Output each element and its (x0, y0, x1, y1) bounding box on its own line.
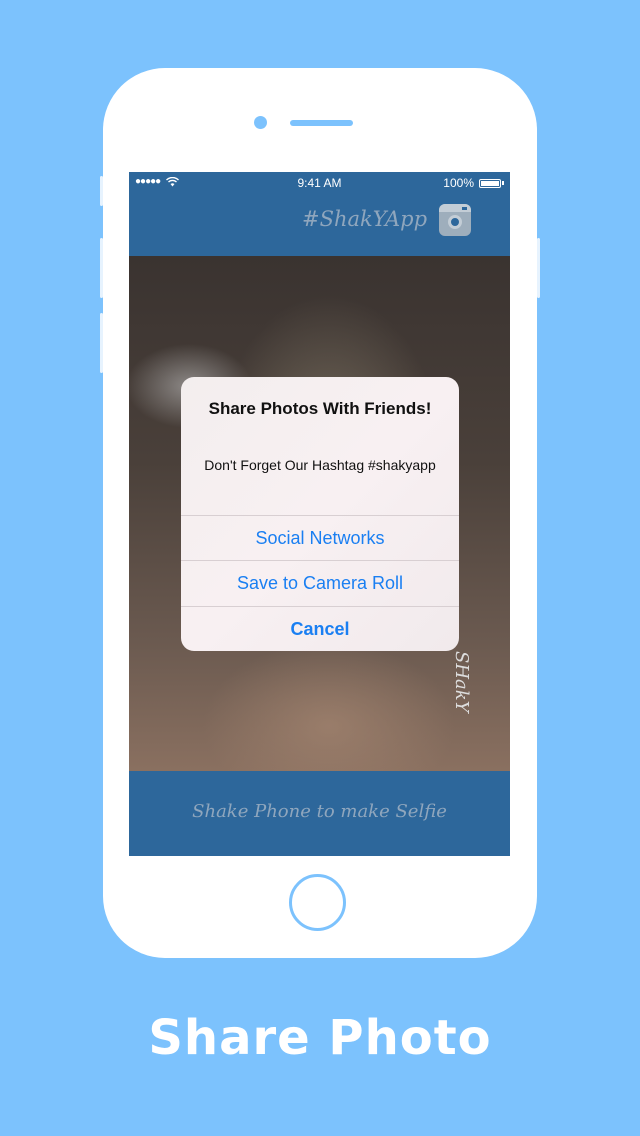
cancel-button[interactable]: Cancel (181, 606, 459, 651)
top-navbar: #ShakYApp (129, 192, 510, 256)
shake-instruction: Shake Phone to make Selfie (192, 801, 447, 822)
app-screen: ●●●●● 9:41 AM 100% #ShakYApp SHakY Shake… (129, 172, 510, 856)
status-bar: ●●●●● 9:41 AM 100% (129, 172, 510, 192)
phone-power-button (537, 238, 540, 298)
phone-volume-down (100, 313, 103, 373)
battery-icon (479, 178, 501, 188)
phone-side-button (100, 176, 103, 206)
status-right: 100% (443, 176, 504, 190)
hashtag-title: #ShakYApp (302, 207, 428, 231)
battery-tip (502, 181, 504, 185)
save-to-camera-roll-button[interactable]: Save to Camera Roll (181, 560, 459, 606)
instagram-icon[interactable] (439, 204, 471, 236)
instagram-icon-lens (448, 215, 462, 229)
promo-caption: Share Photo (148, 1010, 492, 1066)
battery-percent: 100% (443, 176, 474, 190)
instagram-icon-flash (462, 207, 467, 210)
front-camera (254, 116, 267, 129)
earpiece-speaker (290, 120, 353, 126)
phone-volume-up (100, 238, 103, 298)
social-networks-button[interactable]: Social Networks (181, 515, 459, 561)
alert-message: Don't Forget Our Hashtag #shakyapp (204, 457, 436, 473)
photo-signature: SHakY (451, 651, 472, 713)
bottom-bar: Shake Phone to make Selfie (129, 771, 510, 856)
alert-title: Share Photos With Friends! (208, 399, 432, 418)
share-alert-dialog: Share Photos With Friends! Don't Forget … (181, 377, 459, 651)
home-button[interactable] (289, 874, 346, 931)
